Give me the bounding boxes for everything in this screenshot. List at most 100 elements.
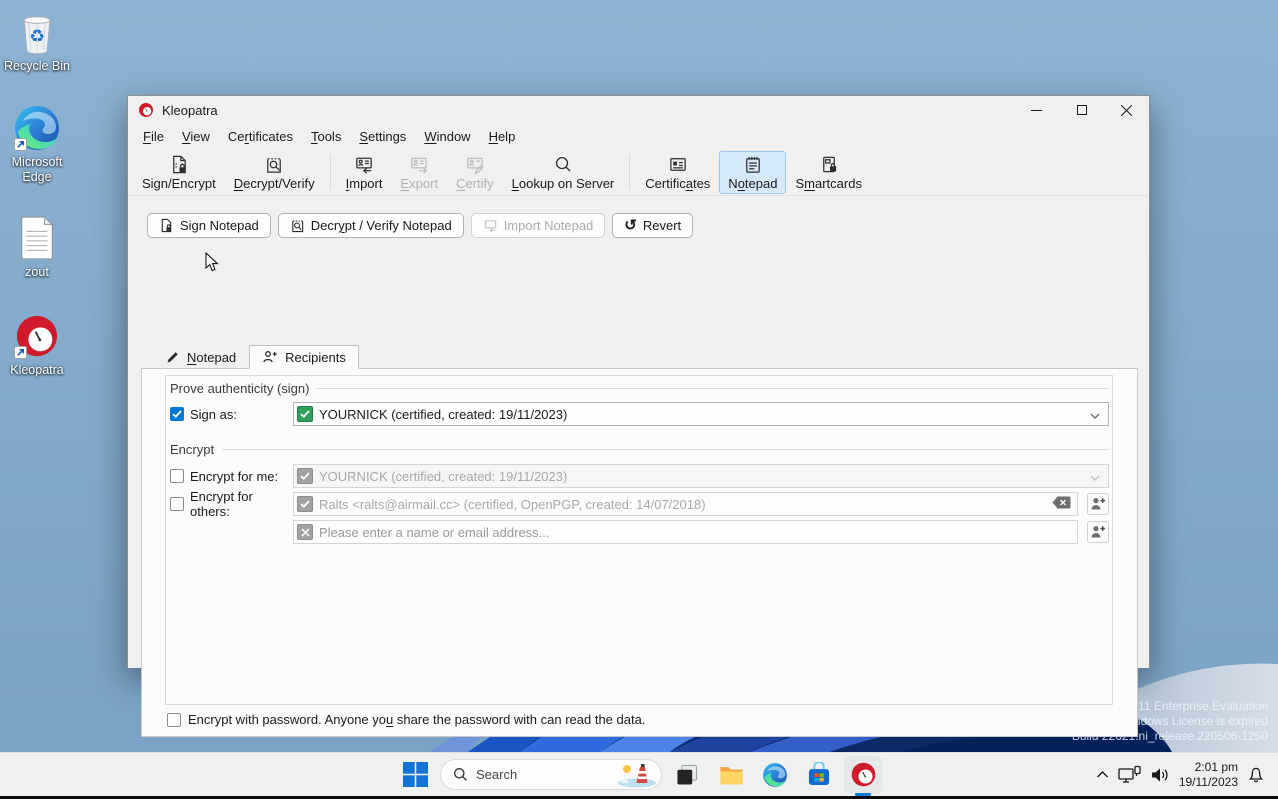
tab-notepad[interactable]: Notepad [153,345,249,369]
tab-label: Recipients [285,350,346,365]
toolbar-label: Smartcards [795,176,861,191]
desktop-icon-label: zout [25,265,49,280]
button-label: Decrypt / Verify Notepad [311,218,452,233]
edge-icon [13,104,61,152]
encrypt-for-others-checkbox[interactable] [170,497,184,511]
menu-window[interactable]: Window [415,126,479,147]
shortcut-arrow-icon [14,138,27,151]
toolbar: Sign/Encrypt Decrypt/Verify Import [128,149,1149,196]
maximize-button[interactable] [1059,96,1104,124]
menu-file[interactable]: File [134,126,173,147]
toolbar-smartcards[interactable]: Smartcards [786,151,870,194]
search-server-icon [552,154,574,175]
menu-certificates[interactable]: Certificates [219,126,302,147]
desktop-icon-edge[interactable]: Microsoft Edge [0,104,74,185]
certified-check-icon [297,496,313,512]
edge-button[interactable] [756,756,794,794]
toolbar-label: Lookup on Server [512,176,615,191]
group-title: Encrypt [170,442,214,457]
toolbar-import[interactable]: Import [337,151,392,194]
windows-logo-icon [403,762,428,787]
sign-as-row: Sign as: YOURNICK (certified, created: 1… [170,402,1109,426]
menu-help[interactable]: Help [480,126,525,147]
notepad-actions: Sign Notepad Decrypt / Verify Notepad Im… [147,213,693,238]
decrypt-verify-notepad-button[interactable]: Decrypt / Verify Notepad [278,213,464,238]
revert-icon: ↺ [624,218,637,233]
desktop-icon-zout[interactable]: zout [0,214,74,280]
kleopatra-taskbar-button[interactable] [844,756,882,794]
menu-settings[interactable]: Settings [350,126,415,147]
chevron-down-icon [1090,469,1100,484]
toolbar-label: Notepad [728,176,777,191]
edge-icon [762,762,788,788]
toolbar-label: Decrypt/Verify [234,176,315,191]
clear-field-icon[interactable] [1052,496,1071,512]
desktop-icon-kleopatra[interactable]: Kleopatra [0,312,74,378]
volume-icon[interactable] [1150,767,1170,783]
desktop-icon-recycle-bin[interactable]: ♻ Recycle Bin [0,8,74,74]
file-explorer-button[interactable] [712,756,750,794]
task-view-icon [674,762,700,788]
recipients-frame: Prove authenticity (sign) Sign as: YOURN… [165,375,1113,705]
toolbar-decrypt-verify[interactable]: Decrypt/Verify [225,151,324,194]
search-highlight-image[interactable] [616,762,658,788]
toolbar-sign-encrypt[interactable]: Sign/Encrypt [133,151,225,194]
toolbar-label: Import [346,176,383,191]
desktop-icon-label: Kleopatra [10,363,64,378]
toolbar-label: Sign/Encrypt [142,176,216,191]
app-icon [138,102,154,118]
toolbar-certify: Certify [447,151,503,194]
sign-as-combobox[interactable]: YOURNICK (certified, created: 19/11/2023… [293,402,1109,426]
smartcards-icon [818,154,840,175]
search-input[interactable]: Search [440,759,662,790]
menu-view[interactable]: View [173,126,219,147]
sign-as-checkbox[interactable] [170,407,184,421]
toolbar-separator [629,154,630,190]
button-label: Import Notepad [504,218,594,233]
unknown-x-icon [297,524,313,540]
desktop-icon-label: Microsoft Edge [0,155,74,185]
taskbar-clock[interactable]: 2:01 pm 19/11/2023 [1179,760,1238,790]
new-recipient-row: Please enter a name or email address... [170,520,1109,544]
revert-button[interactable]: ↺ Revert [612,213,693,238]
add-recipient-button[interactable] [1087,493,1109,515]
encrypt-for-others-label: Encrypt for others: [190,489,293,519]
new-recipient-input[interactable]: Please enter a name or email address... [293,520,1078,544]
encrypt-for-me-checkbox[interactable] [170,469,184,483]
tab-recipients[interactable]: Recipients [249,345,359,369]
svg-text:♻: ♻ [29,26,45,46]
add-recipient-button[interactable] [1087,521,1109,543]
person-add-icon [262,350,278,364]
encrypt-password-label: Encrypt with password. Anyone you share … [188,712,645,727]
sign-encrypt-icon [168,154,190,175]
sign-as-value: YOURNICK (certified, created: 19/11/2023… [319,407,567,422]
encrypt-for-me-value: YOURNICK (certified, created: 19/11/2023… [319,469,567,484]
kleopatra-icon [13,312,61,360]
kleopatra-icon [850,761,877,788]
title-bar[interactable]: Kleopatra [128,96,1149,124]
toolbar-notepad[interactable]: Notepad [719,151,786,194]
minimize-button[interactable] [1014,96,1059,124]
clock-time: 2:01 pm [1179,760,1238,775]
notepad-workarea: Sign Notepad Decrypt / Verify Notepad Im… [128,196,1149,668]
import-notepad-button: Import Notepad [471,213,606,238]
recycle-bin-icon: ♻ [13,8,61,56]
toolbar-label: Certify [456,176,494,191]
network-icon[interactable] [1118,765,1141,784]
decrypt-verify-icon [263,154,285,175]
hidden-icons-chevron[interactable] [1096,770,1109,779]
close-button[interactable] [1104,96,1149,124]
menu-tools[interactable]: Tools [302,126,350,147]
toolbar-lookup-on-server[interactable]: Lookup on Server [503,151,624,194]
toolbar-certificates[interactable]: Certificates [636,151,719,194]
recipient-field: Ralts <ralts@airmail.cc> (certified, Ope… [293,492,1078,516]
sign-group-heading: Prove authenticity (sign) [170,380,1109,396]
microsoft-store-icon [806,762,832,788]
task-view-button[interactable] [668,756,706,794]
notifications-bell-icon[interactable] [1247,765,1265,784]
encrypt-password-checkbox[interactable] [167,713,181,727]
sign-notepad-button[interactable]: Sign Notepad [147,213,271,238]
microsoft-store-button[interactable] [800,756,838,794]
recipients-panel: Prove authenticity (sign) Sign as: YOURN… [141,368,1138,737]
start-button[interactable] [396,756,434,794]
